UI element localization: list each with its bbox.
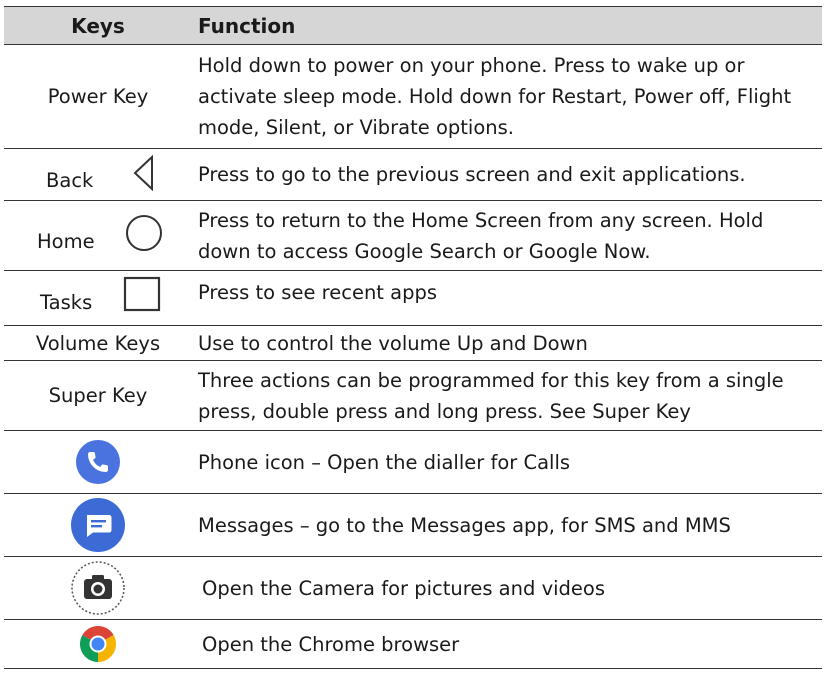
key-cell: Volume Keys — [4, 325, 192, 361]
function-cell: Hold down to power on your phone. Press … — [192, 44, 822, 149]
table-row: Messages – go to the Messages app, for S… — [4, 493, 822, 557]
key-cell: Home — [4, 200, 192, 271]
key-cell: Back — [4, 148, 192, 201]
table-row: Back Press to go to the previous screen … — [4, 148, 822, 201]
key-label: Home — [37, 230, 95, 253]
table-row: Home Press to return to the Home Screen … — [4, 200, 822, 271]
tasks-square-icon — [123, 276, 161, 312]
function-cell: Phone icon – Open the dialler for Calls — [192, 430, 822, 494]
key-cell — [4, 430, 192, 494]
table-row: Phone icon – Open the dialler for Calls — [4, 430, 822, 494]
table-row: Volume Keys Use to control the volume Up… — [4, 325, 822, 361]
function-column-header: Function — [192, 6, 822, 45]
key-label: Volume Keys — [35, 331, 161, 355]
table-row: Power Key Hold down to power on your pho… — [4, 44, 822, 149]
key-label: Super Key — [48, 384, 148, 407]
function-cell: Press to go to the previous screen and e… — [192, 148, 822, 201]
key-cell: Tasks — [4, 270, 192, 326]
key-label: Tasks — [40, 291, 93, 314]
key-label: Back — [46, 169, 94, 192]
key-cell — [4, 619, 192, 669]
table-row: Super Key Three actions can be programme… — [4, 360, 822, 431]
key-cell — [4, 493, 192, 557]
key-cell: Power Key — [4, 44, 192, 149]
key-cell — [4, 556, 192, 620]
messages-app-icon — [71, 498, 125, 552]
table-row: Open the Camera for pictures and videos — [4, 556, 822, 620]
function-cell: Messages – go to the Messages app, for S… — [192, 493, 822, 557]
back-triangle-icon — [133, 155, 153, 191]
function-cell: Open the Camera for pictures and videos — [192, 556, 822, 620]
chrome-app-icon — [79, 626, 117, 662]
keys-column-header: Keys — [4, 6, 192, 45]
camera-app-icon — [71, 561, 125, 615]
table-row: Open the Chrome browser — [4, 619, 822, 669]
phone-app-icon — [76, 440, 120, 484]
key-label: Power Key — [47, 85, 149, 108]
function-cell: Press to see recent apps — [192, 270, 822, 326]
function-cell: Open the Chrome browser — [192, 619, 822, 669]
function-cell: Three actions can be programmed for this… — [192, 360, 822, 431]
home-circle-icon — [126, 215, 162, 251]
keys-function-table: Keys Function Power Key Hold down to pow… — [4, 6, 822, 669]
function-cell: Use to control the volume Up and Down — [192, 325, 822, 361]
function-cell: Press to return to the Home Screen from … — [192, 200, 822, 271]
key-cell: Super Key — [4, 360, 192, 431]
header-row: Keys Function — [4, 6, 822, 45]
table-row: Tasks Press to see recent apps — [4, 270, 822, 326]
